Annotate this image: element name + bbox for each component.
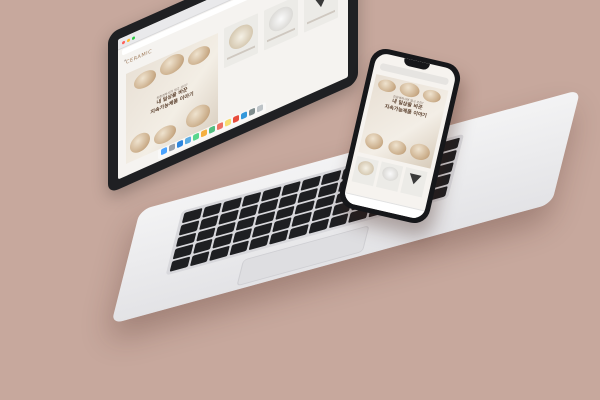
dish-icon — [380, 165, 400, 183]
product-card[interactable] — [224, 13, 258, 69]
bowl-image — [130, 129, 150, 157]
laptop-bezel: ≡ CERAMIC 친환경하시려 얼고 코리? 내 일상을 바꾼 지속가능제품 … — [108, 0, 358, 195]
product-card[interactable] — [375, 161, 404, 192]
bowl-image — [408, 141, 432, 162]
mail-icon[interactable] — [185, 136, 191, 145]
trash-icon[interactable] — [257, 103, 263, 113]
launchpad-icon[interactable] — [169, 143, 175, 152]
laptop-screen: ≡ CERAMIC 친환경하시려 얼고 코리? 내 일상을 바꾼 지속가능제품 … — [118, 0, 348, 180]
bowl-image — [363, 131, 385, 152]
mockup-stage: ≡ CERAMIC 친환경하시려 얼고 코리? 내 일상을 바꾼 지속가능제품 … — [0, 0, 600, 400]
product-card[interactable] — [264, 0, 298, 51]
calendar-icon[interactable] — [217, 121, 223, 131]
minimize-window-button[interactable] — [127, 37, 130, 43]
safari-icon[interactable] — [177, 139, 183, 149]
appstore-icon[interactable] — [241, 111, 247, 120]
phone-hero-banner[interactable]: 친환경하시려 얼고 코리? 내 일상을 바꾼 지속가능제품 이야기 — [358, 74, 449, 169]
maps-icon[interactable] — [193, 132, 199, 142]
zoom-window-button[interactable] — [132, 35, 135, 40]
bowl-image — [386, 138, 408, 157]
messages-icon[interactable] — [209, 125, 215, 135]
product-card[interactable] — [304, 0, 338, 33]
settings-icon[interactable] — [249, 107, 255, 117]
bowls-icon — [356, 159, 376, 177]
laptop: ≡ CERAMIC 친환경하시려 얼고 코리? 내 일상을 바꾼 지속가능제품 … — [0, 0, 600, 400]
product-card[interactable] — [400, 167, 428, 198]
bowl-image — [134, 66, 156, 93]
product-caption — [307, 9, 335, 25]
close-window-button[interactable] — [122, 39, 125, 45]
bowl-image — [186, 100, 210, 132]
notes-icon[interactable] — [225, 118, 231, 127]
bowl-image — [160, 50, 184, 79]
music-icon[interactable] — [233, 114, 239, 124]
product-card[interactable] — [351, 155, 379, 187]
triangle-icon — [407, 173, 422, 186]
triangle-icon — [313, 0, 329, 11]
bowl-image — [188, 42, 210, 69]
photos-icon[interactable] — [201, 128, 207, 138]
finder-icon[interactable] — [161, 146, 167, 156]
